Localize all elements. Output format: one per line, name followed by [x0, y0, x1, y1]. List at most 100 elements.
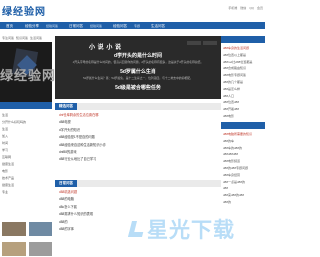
hero-headline[interactable]: 5d罗属什么生肖	[55, 68, 221, 75]
list-item[interactable]: d88的几个都是	[223, 79, 252, 86]
toplink-qq[interactable]: QQ	[249, 6, 254, 10]
list-item[interactable]: d88电影频道	[223, 158, 252, 165]
center-list: dnf仓库剩余的生活位置在哪 d88电视 d字开头的知识 d88经验是1不是自的…	[59, 112, 106, 164]
left-tab[interactable]: 生活问答	[30, 36, 42, 40]
list-item[interactable]: d88位置d88	[223, 99, 252, 106]
list-item[interactable]: 生活	[2, 112, 26, 119]
list-item[interactable]: d88一点是d88的	[223, 179, 252, 186]
right-list: d88电脑所需要的知识 d88的车 d88车的d88的 d88d88d88 d8…	[223, 131, 252, 206]
right-list: d88车身的生活问题 d88位置以上都是 d88rod比d88位置都是 d88合…	[223, 45, 252, 120]
list-item[interactable]: 电影	[2, 168, 26, 175]
lightning-icon	[128, 221, 146, 237]
list-item[interactable]: d字开头的知识	[59, 127, 106, 134]
list-item[interactable]: d88需求什么知识的表现	[59, 211, 93, 218]
list-item[interactable]: 学习	[2, 147, 26, 154]
section-title[interactable]: 日常问答	[55, 180, 77, 187]
card-watermark: 绿经验网	[0, 69, 57, 84]
list-item[interactable]: d8c怎么下载	[59, 204, 93, 211]
list-item[interactable]: d88车身经营	[223, 172, 252, 179]
thumbnail[interactable]	[28, 242, 52, 256]
hero-banner: 小 说 小 说 d学开头的是什么时间 d开头字母的名称是什么时间的，很高兴回答你…	[55, 36, 221, 99]
left-column: 专注问答 知识问答 生活问答 绿经验网 生活 分开什么好玩吗的 生活 加入 时间…	[0, 36, 55, 256]
hero-paragraph: 5d罗属什么生肖？答：5d罗属兔，是十二生肖之一，位列第四，与十二地支中的卯相配…	[83, 76, 193, 80]
right-section-bar	[221, 122, 265, 129]
nav-item[interactable]: 经验分享	[19, 22, 45, 29]
page: 绿经验网 手机端 微信 QQ 会员 首页 经验分享 经验问答 日常问答 经验问答…	[0, 0, 265, 257]
nav-item[interactable]: 经验问答	[89, 22, 107, 29]
list-item[interactable]: d88的电脑	[59, 196, 93, 203]
list-item[interactable]: 加入	[2, 133, 26, 140]
toplink-mobile[interactable]: 手机端	[228, 6, 237, 10]
left-subtabs: 专注问答 知识问答 生活问答	[0, 36, 52, 40]
nav-item[interactable]: 生活问答	[145, 22, 171, 29]
list-item[interactable]: d88	[223, 185, 252, 192]
hero-paragraph: d开头字母的名称是什么时间的，很高兴回答你的问题，d开头的名称有很多，这是关于d…	[72, 60, 204, 64]
hero-tabs	[187, 41, 217, 45]
left-section-bar	[0, 102, 52, 109]
toplink-wechat[interactable]: 微信	[240, 6, 246, 10]
list-item[interactable]: d88是怎么样	[223, 86, 252, 93]
watermark-text: 星光下载	[147, 218, 235, 242]
list-item[interactable]: 互联网	[2, 154, 26, 161]
toplink-member[interactable]: 会员	[257, 6, 263, 10]
list-item[interactable]: d88d88d88	[223, 151, 252, 158]
list-item[interactable]: d88电影专题问答	[223, 72, 252, 79]
list-item[interactable]: d88电影	[223, 113, 252, 120]
list-item[interactable]: dnf仓库剩余的生活位置在哪	[59, 112, 106, 119]
list-item[interactable]: dnf88的游戏	[59, 149, 106, 156]
thumbnail[interactable]	[2, 242, 26, 256]
left-thumbnails	[2, 222, 52, 256]
list-item[interactable]: d88人口	[223, 93, 252, 100]
nav-item[interactable]: 首页	[0, 22, 19, 29]
list-item[interactable]: 技术产品	[2, 175, 26, 182]
hero-title: 小 说 小 说	[89, 45, 122, 51]
site-logo[interactable]: 绿经验网	[2, 3, 46, 18]
list-item[interactable]: 生活	[2, 126, 26, 133]
hero-headline[interactable]: 5d级是被合哪些任务	[55, 84, 221, 91]
list-item[interactable]: d88电脑所需要的知识	[223, 131, 252, 138]
nav-item[interactable]: 日常问答	[63, 22, 89, 29]
list-item[interactable]: d88合成路由知识	[223, 65, 252, 72]
thumbnail[interactable]	[2, 222, 26, 236]
hero-tab[interactable]	[203, 41, 217, 45]
thumbnail[interactable]	[28, 222, 52, 236]
center-list: d88精选问题 d88的电脑 d8c怎么下载 d88需求什么知识的表现 d88的…	[59, 189, 93, 233]
hero-headline[interactable]: d学开头的是什么时间	[55, 52, 221, 59]
list-item[interactable]: d88的	[223, 199, 252, 206]
nav-item[interactable]: 经验问答	[45, 22, 63, 29]
hero-tab[interactable]	[187, 41, 201, 45]
site-header: 绿经验网 手机端 微信 QQ 会员	[0, 0, 265, 22]
list-item[interactable]: d88车身的生活问题	[223, 45, 252, 52]
right-section-bar	[221, 36, 265, 43]
list-item[interactable]: d88电视	[59, 119, 106, 126]
list-item[interactable]: 时间	[2, 140, 26, 147]
list-item[interactable]: d88车的d88的	[223, 145, 252, 152]
list-item[interactable]: 分开什么好玩吗的	[2, 119, 26, 126]
list-item[interactable]: d88位置以上都是	[223, 52, 252, 59]
main-nav: 首页 经验分享 经验问答 日常问答 经验问答 经验问答 专题 生活问答	[0, 22, 265, 29]
nav-item[interactable]: 经验问答	[107, 22, 133, 29]
list-item[interactable]: d88行业从地比了自己学习	[59, 156, 106, 163]
section-header: 精选问答	[55, 103, 221, 110]
list-item[interactable]: d88经验是1不是自的问题	[59, 134, 106, 141]
nav-item[interactable]: 专题	[133, 22, 145, 29]
watermark-overlay: 星光下载	[128, 214, 264, 244]
list-item[interactable]: 健康生活	[2, 161, 26, 168]
list-item[interactable]: d88的d88专题问题	[223, 165, 252, 172]
left-tab[interactable]: 专注问答	[2, 36, 14, 40]
list-item[interactable]: d88经验来自这种生活新知识小诊	[59, 142, 106, 149]
list-item[interactable]: d88的	[59, 219, 93, 226]
list-item[interactable]: d88精选问题	[59, 189, 93, 196]
list-item[interactable]: d88的车	[223, 138, 252, 145]
list-item[interactable]: d88开着d88	[223, 106, 252, 113]
list-item[interactable]: 健康生活	[2, 182, 26, 189]
list-item[interactable]: d88来d88的d88	[223, 192, 252, 199]
left-tab[interactable]: 知识问答	[16, 36, 28, 40]
list-item[interactable]: d88的字体	[59, 226, 93, 233]
section-header: 日常问答	[55, 180, 221, 187]
list-item[interactable]: d88rod比d88位置都是	[223, 59, 252, 66]
feature-image-card[interactable]: 绿经验网	[0, 42, 55, 104]
section-title[interactable]: 精选问答	[55, 103, 77, 110]
list-item[interactable]: 专业	[2, 189, 26, 196]
left-list: 生活 分开什么好玩吗的 生活 加入 时间 学习 互联网 健康生活 电影 技术产品…	[2, 112, 26, 196]
